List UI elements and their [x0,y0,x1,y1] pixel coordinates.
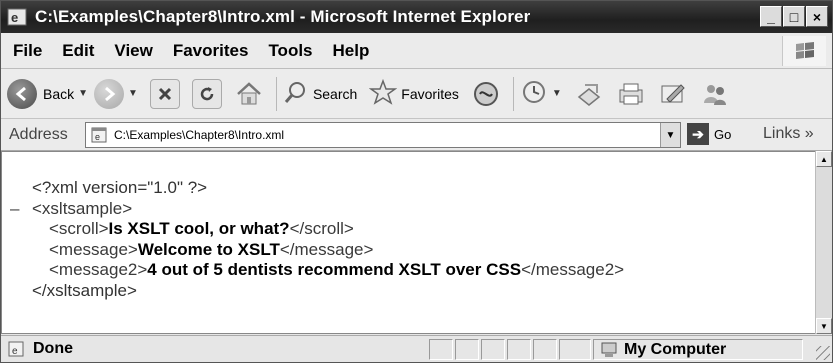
collapse-toggle[interactable]: – [10,199,19,220]
status-panel [533,339,557,360]
media-icon[interactable] [471,79,501,109]
back-arrow-icon [7,78,37,109]
edit-icon[interactable] [658,79,688,109]
message2-open-tag: <message2> [49,260,148,279]
message2-element: <message2>4 out of 5 dentists recommend … [32,260,624,281]
address-label: Address [9,125,68,143]
done-page-icon: e [7,340,25,358]
status-panel [429,339,453,360]
history-button[interactable]: ▼ [520,74,568,114]
status-panel [507,339,531,360]
security-zone: My Computer [593,339,803,360]
status-panel [481,339,505,360]
favorites-button[interactable]: Favorites [368,74,459,114]
scroll-element: <scroll>Is XSLT cool, or what?</scroll> [32,219,624,240]
toolbar-divider [275,76,277,111]
menu-edit[interactable]: Edit [62,41,94,61]
history-dropdown-icon[interactable]: ▼ [552,88,562,99]
menu-tools[interactable]: Tools [268,41,312,61]
status-bar: e Done My Computer [1,335,832,362]
ie-logo-icon: e [7,6,29,28]
go-button[interactable]: ➔ Go [687,123,731,145]
zone-label: My Computer [624,340,727,358]
window-title: C:\Examples\Chapter8\Intro.xml - Microso… [35,7,531,26]
scroll-text: Is XSLT cool, or what? [108,219,290,238]
address-bar: Address e C:\Examples\Chapter8\Intro.xml… [1,119,832,151]
search-button[interactable]: Search [283,74,357,114]
search-label: Search [312,85,358,102]
search-icon [283,79,309,108]
go-label: Go [714,126,732,142]
svg-text:e: e [95,132,100,142]
menu-view[interactable]: View [114,41,152,61]
forward-arrow-icon [94,78,125,109]
menu-file[interactable]: File [13,41,42,61]
document-view: <?xml version="1.0" ?> – <xsltsample> <s… [1,151,815,334]
standard-toolbar: Back ▼ ▼ Search Favorites ▼ [1,69,832,119]
message2-text: 4 out of 5 dentists recommend XSLT over … [147,260,522,279]
print-icon[interactable] [616,79,646,109]
status-text: Done [33,340,73,357]
links-toolbar[interactable]: Links » [763,125,814,143]
go-arrow-icon: ➔ [687,123,709,145]
address-input[interactable]: e C:\Examples\Chapter8\Intro.xml ▼ [85,122,681,148]
menu-bar: File Edit View Favorites Tools Help [1,33,832,69]
maximize-button[interactable]: □ [783,6,805,27]
message-element: <message>Welcome to XSLT</message> [32,240,624,261]
root-close-tag: </xsltsample> [32,280,137,300]
xml-tree: <?xml version="1.0" ?> – <xsltsample> <s… [10,178,624,301]
scroll-close-tag: </scroll> [289,219,354,238]
svg-text:e: e [11,10,18,25]
menu-favorites[interactable]: Favorites [173,41,249,61]
browser-window: e C:\Examples\Chapter8\Intro.xml - Micro… [0,0,833,363]
back-dropdown-icon[interactable]: ▼ [78,88,88,99]
windows-flag-icon [782,36,826,66]
favorites-label: Favorites [401,85,459,102]
message2-close-tag: </message2> [521,260,625,279]
back-button[interactable]: Back ▼ [7,74,94,114]
toolbar-divider [512,76,514,111]
close-button[interactable]: × [806,6,828,27]
scroll-down-icon[interactable]: ▼ [816,318,832,334]
status-panel [455,339,479,360]
title-bar: e C:\Examples\Chapter8\Intro.xml - Micro… [1,1,832,33]
forward-button[interactable]: ▼ [94,74,144,114]
message-close-tag: </message> [279,239,374,259]
message-open-tag: <message> [49,239,138,259]
root-open-tag: <xsltsample> [32,198,133,218]
my-computer-icon [600,341,618,359]
xml-declaration: <?xml version="1.0" ?> [32,178,208,197]
home-icon[interactable] [234,79,264,109]
mail-icon[interactable] [574,79,604,109]
forward-dropdown-icon[interactable]: ▼ [128,88,138,99]
menu-help[interactable]: Help [333,41,370,61]
back-label: Back [43,85,75,102]
favorites-star-icon [368,78,398,108]
page-icon: e [90,126,108,144]
scroll-up-icon[interactable]: ▲ [816,151,832,167]
svg-text:e: e [12,346,18,357]
stop-icon[interactable] [149,78,180,109]
messenger-icon[interactable] [700,79,730,109]
vertical-scrollbar[interactable]: ▲ ▼ [815,151,832,334]
status-panel [559,339,591,360]
scroll-open-tag: <scroll> [49,219,109,238]
refresh-icon[interactable] [191,78,222,109]
minimize-button[interactable]: _ [760,6,782,27]
resize-grip[interactable] [816,346,830,360]
address-value: C:\Examples\Chapter8\Intro.xml [114,128,285,142]
address-dropdown-icon[interactable]: ▼ [660,123,680,147]
history-icon [520,78,548,109]
message-text: Welcome to XSLT [137,239,280,259]
